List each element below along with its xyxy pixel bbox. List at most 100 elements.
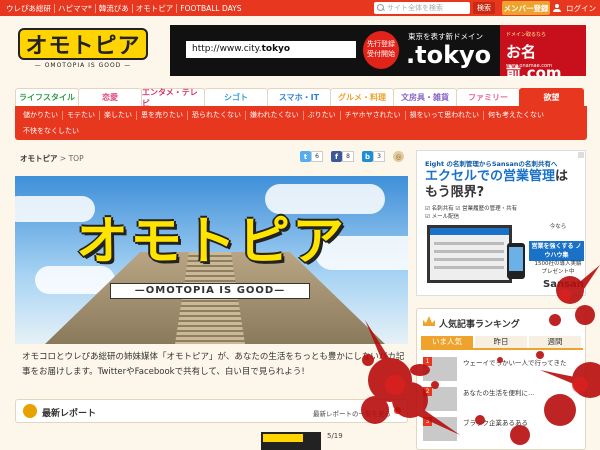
facebook-count: 8 <box>342 151 354 162</box>
latest-reports-header: 最新レポート 最新レポートの一覧を見る <box>15 399 408 423</box>
network-links: ウレぴあ総研 ハピママ* 韓流ぴあ オモトピア FOOTBALL DAYS <box>0 3 245 13</box>
network-link-hapimama[interactable]: ハピママ* <box>55 3 96 13</box>
subnav-item[interactable]: チヤホヤされたい <box>341 111 406 120</box>
tab-stationery[interactable]: 文房具・雑貨 <box>393 88 457 106</box>
crown-icon <box>423 316 435 326</box>
search-button[interactable]: 検索 <box>473 2 495 14</box>
latest-icon <box>23 404 37 418</box>
tab-entertainment[interactable]: エンタメ・テレビ <box>141 88 205 108</box>
ad-monitor-image <box>427 225 512 283</box>
subnav-item[interactable]: 損をいって思われたい <box>406 111 484 120</box>
banner-sponsor-small: ドメイン取るなら <box>506 32 547 38</box>
pocket-icon[interactable]: ◎ <box>393 151 404 162</box>
banner-tld: .tokyo <box>406 41 492 69</box>
banner-url: http://www.city.tokyo <box>186 41 356 58</box>
ranking-item[interactable]: ウェーイでっかい一人で行ってきた <box>463 359 581 368</box>
tab-love[interactable]: 恋愛 <box>78 88 142 106</box>
banner-url-prefix: http://www.city. <box>192 44 262 54</box>
member-register-button[interactable]: メンバー登録 <box>502 1 550 15</box>
ad-count: 1500社の導入実績 <box>534 261 582 267</box>
ranking-heading: 人気記事ランキング <box>439 320 520 330</box>
sub-nav-row-2: 不快をなくしたい <box>19 127 83 136</box>
ranking-item[interactable]: ブラック企業あるある <box>463 419 581 428</box>
ad-headline-2: 営業管理 <box>503 169 556 184</box>
sub-nav: 儲かりたい モテたい 楽したい 恩を売りたい 恐られたくない 嫌われたくない ぶ… <box>15 106 587 140</box>
tokyo-domain-banner[interactable]: http://www.city.tokyo 先行登録 受付開始 東京を表す新ドメ… <box>170 25 586 82</box>
logo-word: オモトピア <box>18 28 148 60</box>
thumbnail-logo <box>263 434 303 442</box>
ad-headline-4: もう限界? <box>425 185 485 200</box>
subnav-item[interactable]: 恩を売りたい <box>137 111 188 120</box>
ranking-number: 2 <box>423 387 432 396</box>
subnav-item[interactable]: 儲かりたい <box>19 111 63 120</box>
twitter-count: 6 <box>311 151 323 162</box>
banner-sponsor-big: お名前.com <box>506 43 562 82</box>
sansan-ad[interactable]: Eight の名刺管理からSansanの名刺共有へ エクセルでの営業管理は もう限… <box>416 150 586 296</box>
subnav-item[interactable]: 不快をなくしたい <box>19 127 83 136</box>
ad-headline-1: エクセルでの <box>425 169 504 184</box>
banner-sponsor: ドメイン取るなら お名前.com www.onamae.com <box>500 25 586 82</box>
ad-offer: 営業を強くする ノウハウ集 <box>529 241 584 261</box>
ranking-tab-weekly[interactable]: 週間 <box>529 336 581 348</box>
network-link-football[interactable]: FOOTBALL DAYS <box>177 4 244 13</box>
hero-subtitle: —OMOTOPIA IS GOOD— <box>110 283 310 299</box>
subnav-item[interactable]: 嫌われたくない <box>246 111 304 120</box>
search-placeholder: サイト全体を検索 <box>387 4 443 12</box>
share-buttons: t 6 f 8 b 3 ◎ <box>300 151 404 162</box>
tab-gourmet[interactable]: グルメ・料理 <box>330 88 394 106</box>
ranking-item[interactable]: あなたの生活を便利に… <box>463 389 581 398</box>
monitor-row <box>434 266 504 269</box>
article-thumbnail[interactable] <box>261 432 321 450</box>
tab-smartphone-it[interactable]: スマホ・IT <box>267 88 331 106</box>
hatena-icon[interactable]: b <box>362 151 373 162</box>
subnav-item[interactable]: 何も考えたくない <box>484 111 548 120</box>
tab-family[interactable]: ファミリー <box>456 88 520 106</box>
banner-badge: 先行登録 受付開始 <box>363 31 399 69</box>
site-intro: オモコロとウレぴあ総研の姉妹媒体「オモトピア」が、あなたの生活をちっとも豊かにし… <box>22 352 405 377</box>
breadcrumb-home[interactable]: オモトピア <box>20 154 58 163</box>
ad-brand: Sansan <box>543 279 584 290</box>
subnav-item[interactable]: 恐られたくない <box>188 111 246 120</box>
ranking-tab-yesterday[interactable]: 昨日 <box>475 336 527 348</box>
facebook-icon[interactable]: f <box>331 151 342 162</box>
hero-title: オモトピア <box>75 212 346 272</box>
ranking-number: 3 <box>423 417 432 426</box>
latest-more-link[interactable]: 最新レポートの一覧を見る <box>313 408 391 418</box>
chevron-right-icon[interactable] <box>394 407 401 414</box>
network-link-urepia[interactable]: ウレぴあ総研 <box>3 3 55 13</box>
search-icon <box>377 4 385 12</box>
tab-desire[interactable]: 欲望 <box>519 88 584 106</box>
site-logo[interactable]: オモトピア — OMOTOPIA IS GOOD — <box>18 28 148 72</box>
ad-logo-text: Eight の名刺管理からSansanの名刺共有へ <box>425 160 558 168</box>
subnav-item[interactable]: 楽したい <box>100 111 137 120</box>
article-date: 5/19 <box>327 432 343 440</box>
subnav-item[interactable]: モテたい <box>63 111 100 120</box>
ranking-tab-now[interactable]: いま人気 <box>421 336 473 348</box>
user-icon <box>553 4 561 12</box>
network-link-omotopia[interactable]: オモトピア <box>133 3 178 13</box>
monitor-row <box>434 250 504 253</box>
tab-work[interactable]: シゴト <box>204 88 268 106</box>
subnav-item[interactable]: ぶりたい <box>304 111 341 120</box>
search-input[interactable]: サイト全体を検索 <box>374 2 470 14</box>
tab-lifestyle[interactable]: ライフスタイル <box>15 88 79 106</box>
article-cards: 5/19 <box>15 430 408 450</box>
monitor-row <box>434 242 504 245</box>
top-bar: ウレぴあ総研 ハピママ* 韓流ぴあ オモトピア FOOTBALL DAYS サイ… <box>0 0 600 16</box>
breadcrumb-current: TOP <box>68 154 84 163</box>
ad-check: ☑ メール配信 <box>425 214 460 220</box>
breadcrumb-separator: > <box>59 154 67 163</box>
monitor-row <box>434 258 504 261</box>
ad-checks: ☑ 名刺共有 ☑ 営業履歴の管理・共有 ☑ メール配信 <box>425 205 517 221</box>
breadcrumb: オモトピア > TOP <box>20 153 84 164</box>
twitter-icon[interactable]: t <box>300 151 311 162</box>
hero-banner[interactable]: オモトピア —OMOTOPIA IS GOOD— <box>15 176 408 344</box>
login-link[interactable]: ログイン <box>566 3 596 14</box>
ad-info-icon[interactable] <box>578 152 584 158</box>
sub-nav-row-1: 儲かりたい モテたい 楽したい 恩を売りたい 恐られたくない 嫌われたくない ぶ… <box>19 111 548 120</box>
hatena-count: 3 <box>373 151 385 162</box>
ad-check: ☑ 名刺共有 ☑ 営業履歴の管理・共有 <box>425 206 518 212</box>
ad-phone-image <box>507 243 525 279</box>
network-link-kanryu[interactable]: 韓流ぴあ <box>96 3 133 13</box>
banner-sponsor-url: www.onamae.com <box>506 63 552 69</box>
